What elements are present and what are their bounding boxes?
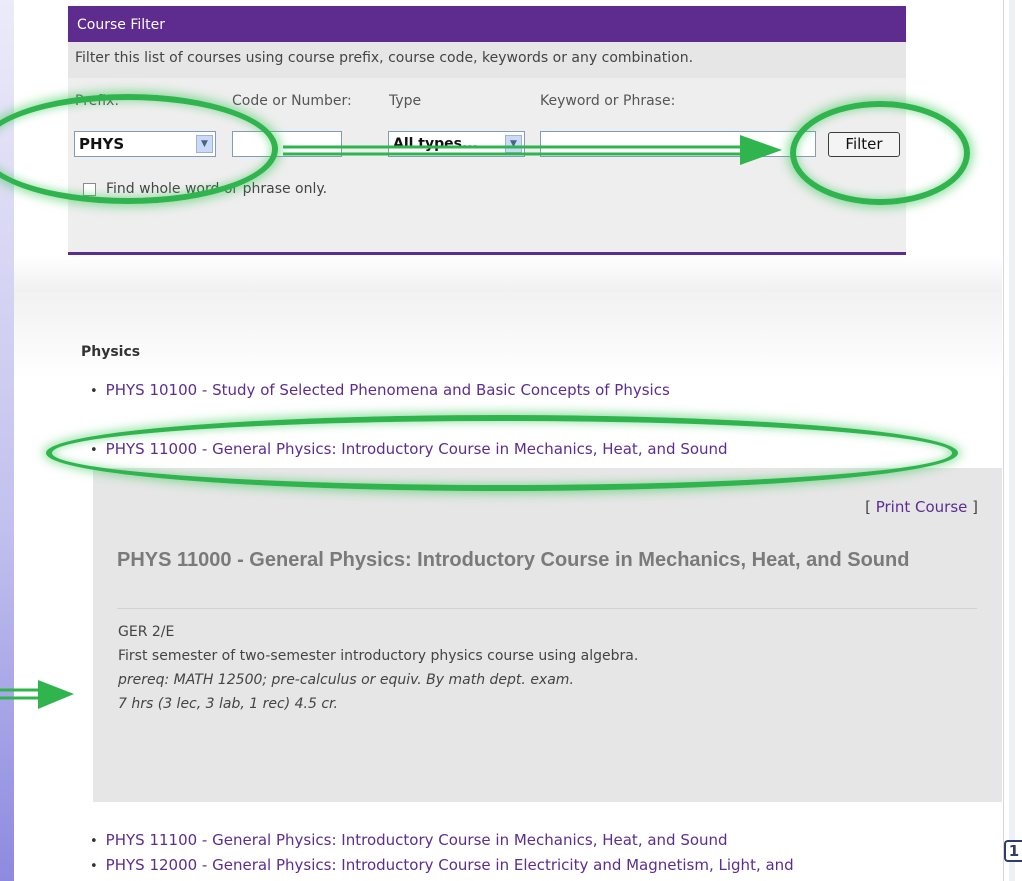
annotation-arrows bbox=[0, 135, 782, 709]
arrow-right-icon bbox=[283, 135, 782, 165]
arrow-right-icon bbox=[0, 680, 74, 709]
